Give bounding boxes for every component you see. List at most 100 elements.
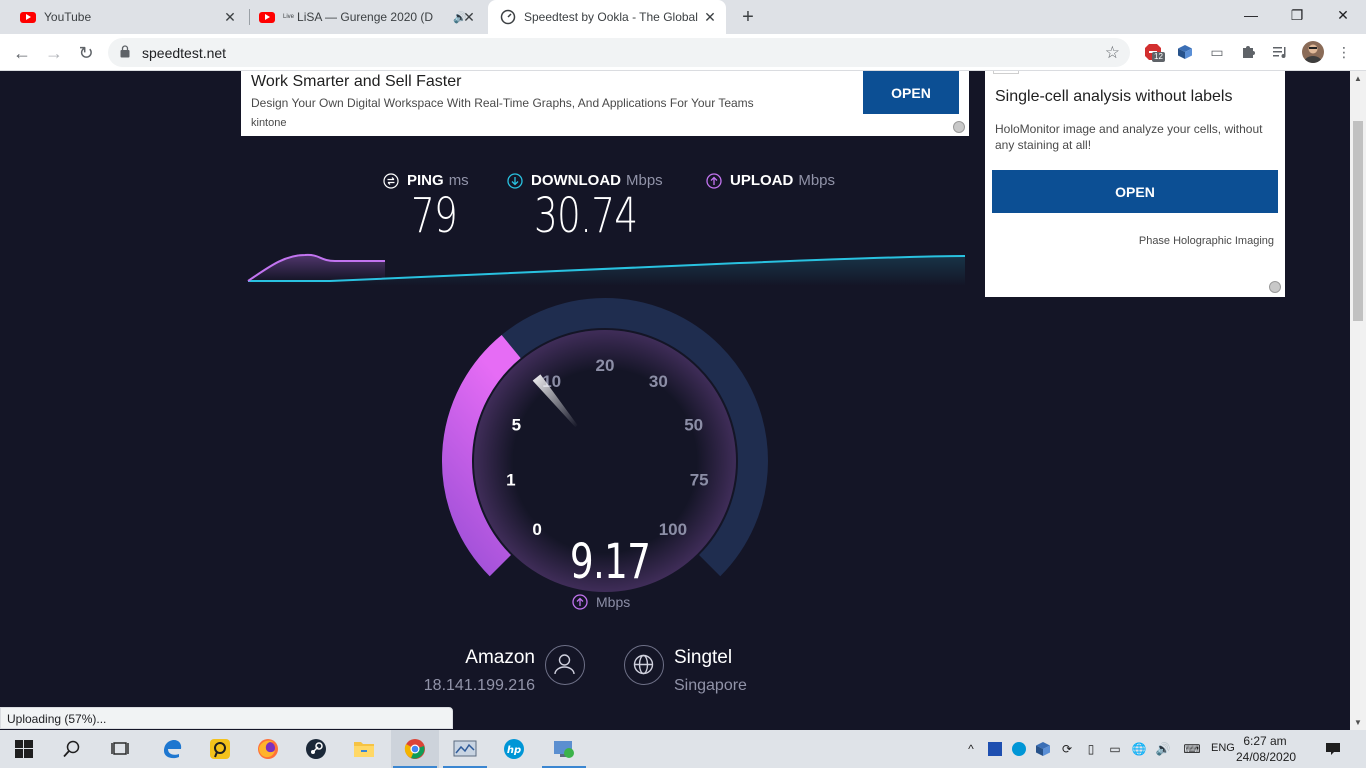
tab-lisa-gurenge[interactable]: Live LiSA — Gurenge 2020 (D 🔊 ✕ [251,0,485,34]
scroll-up-arrow[interactable]: ▲ [1354,74,1362,83]
notification-center-icon[interactable] [1325,741,1341,757]
user-icon [545,645,585,685]
gauge-tick-label: 0 [532,520,541,539]
app-icon[interactable] [196,730,244,768]
ad-description: Design Your Own Digital Workspace With R… [251,96,754,110]
browser-toolbar: ← → ↻ speedtest.net ☆ 12 ▭ ⋮ [0,34,1366,71]
profile-avatar[interactable] [1302,41,1324,63]
download-icon [507,172,523,189]
task-view-icon[interactable] [96,730,144,768]
download-unit: Mbps [626,172,663,189]
tray-app-icon[interactable] [987,741,1003,757]
tray-hp-icon[interactable] [1011,741,1027,757]
gauge-tick-label: 1 [506,471,515,490]
download-label: DOWNLOAD Mbps [507,172,663,189]
close-tab-icon[interactable]: ✕ [461,9,477,25]
restore-button[interactable]: ❐ [1274,0,1320,30]
minimize-button[interactable]: — [1228,0,1274,30]
app-icon[interactable] [540,730,588,768]
ping-unit: ms [448,172,469,189]
extensions-puzzle-icon[interactable] [1238,42,1258,62]
bookmark-star-icon[interactable]: ☆ [1105,43,1120,63]
tab-title: Speedtest by Ookla - The Global [524,10,698,24]
ad-title[interactable]: Work Smarter and Sell Faster [251,73,461,91]
youtube-icon [259,11,275,23]
tab-speedtest[interactable]: Speedtest by Ookla - The Global ✕ [488,0,726,34]
host-name[interactable]: Amazon [400,647,535,669]
ad-brand: kintone [251,117,287,129]
speedtest-page: Work Smarter and Sell Faster Design Your… [0,71,1350,730]
firefox-icon[interactable] [244,730,292,768]
gauge-tick-label: 75 [690,471,709,490]
url-text[interactable]: speedtest.net [142,45,226,61]
download-value: 30.74 [534,188,638,244]
edge-icon[interactable] [148,730,196,768]
extension-cast-icon[interactable]: ▭ [1207,42,1227,62]
gauge-unit-label: Mbps [596,594,631,610]
extension-cube-icon[interactable] [1175,42,1195,62]
chrome-icon[interactable] [391,730,439,768]
tray-cube-icon[interactable] [1035,741,1051,757]
ping-title: PING [407,172,444,189]
current-speed-unit: Mbps [572,594,630,610]
start-icon[interactable] [0,730,48,768]
close-tab-icon[interactable]: ✕ [222,9,238,25]
tray-network-icon[interactable]: 🌐 [1131,741,1147,757]
top-ad-banner[interactable]: Work Smarter and Sell Faster Design Your… [241,71,969,136]
tray-overflow-chevron-icon[interactable]: ^ [963,741,979,757]
extension-adblock-icon[interactable]: 12 [1143,42,1165,62]
tab-title: YouTube [44,10,92,24]
adchoices-icon[interactable] [1269,281,1281,293]
forward-button[interactable]: → [42,41,66,65]
adchoices-icon[interactable] [953,121,965,133]
address-bar[interactable]: speedtest.net ☆ [108,38,1130,67]
reload-button[interactable]: ↻ [74,41,98,65]
ad-open-button[interactable]: OPEN [863,71,959,114]
globe-icon [624,645,664,685]
search-icon[interactable] [48,730,96,768]
tray-battery-icon[interactable]: ▯ [1083,741,1099,757]
isp-name[interactable]: Singtel [674,647,747,669]
upload-label: UPLOAD Mbps [706,172,835,189]
gauge-tick-label: 5 [512,415,521,434]
upload-unit: Mbps [798,172,836,189]
tray-update-icon[interactable]: ⟳ [1059,741,1075,757]
tab-strip: YouTube ✕ Live LiSA — Gurenge 2020 (D 🔊 … [0,0,1366,34]
new-tab-button[interactable]: + [737,6,759,28]
tray-keyboard-icon[interactable]: ⌨ [1181,741,1203,757]
status-bubble: Uploading (57%)... [0,707,453,729]
lock-icon[interactable] [120,45,130,58]
steam-icon[interactable] [292,730,340,768]
right-ad-banner[interactable]: Single-cell analysis without labels Holo… [985,71,1285,297]
ping-label: PING ms [383,172,469,189]
ad-brand: Phase Holographic Imaging [1138,235,1274,247]
tray-volume-icon[interactable]: 🔊 [1155,741,1171,757]
close-window-button[interactable]: ✕ [1320,0,1366,30]
system-clock[interactable]: 6:27 am 24/08/2020 [1236,733,1296,765]
tray-power-icon[interactable]: ▭ [1107,741,1123,757]
file-explorer-icon[interactable] [340,730,388,768]
ad-title[interactable]: Single-cell analysis without labels [995,88,1232,106]
speed-history-graph [247,253,966,286]
back-button[interactable]: ← [10,41,34,65]
clock-time: 6:27 am [1243,734,1287,748]
page-scrollbar[interactable]: ▲ ▼ [1350,71,1366,730]
media-control-icon[interactable] [1270,42,1290,62]
ad-description: HoloMonitor image and analyze your cells… [995,122,1263,152]
tab-youtube[interactable]: YouTube ✕ [12,0,246,34]
host-ip: 18.141.199.216 [423,677,535,694]
host-info[interactable]: Amazon 18.141.199.216 [400,647,535,695]
scroll-down-arrow[interactable]: ▼ [1354,718,1362,727]
ad-open-button[interactable]: OPEN [992,170,1278,213]
scrollbar-thumb[interactable] [1353,121,1363,321]
upload-title: UPLOAD [730,172,794,189]
close-tab-icon[interactable]: ✕ [702,9,718,25]
hp-icon[interactable]: hp [490,730,538,768]
input-language[interactable]: ENG [1211,742,1235,754]
tab-separator [249,9,250,25]
menu-kebab-icon[interactable]: ⋮ [1334,42,1354,62]
isp-info[interactable]: Singtel Singapore [674,647,747,695]
windows-taskbar: hp ^ ⟳ ▯ ▭ 🌐 🔊 ⌨ ENG 6:27 am 24/08/2020 [0,730,1366,768]
ad-corner-tab [993,71,1019,74]
app-icon[interactable] [441,730,489,768]
